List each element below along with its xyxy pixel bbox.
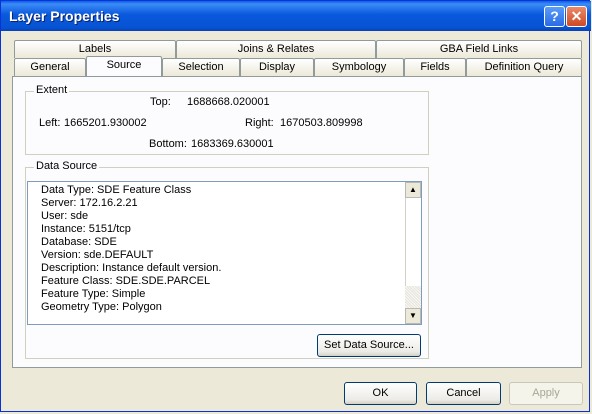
ds-line: Geometry Type: Polygon — [41, 301, 162, 313]
window-title: Layer Properties — [9, 8, 120, 24]
extent-bottom-label: Bottom: — [149, 138, 187, 150]
close-icon[interactable]: ✕ — [566, 6, 587, 27]
tab-row-2: General Source Selection Display Symbolo… — [12, 56, 582, 76]
ds-line: Instance: 5151/tcp — [41, 223, 131, 235]
ds-line: Database: SDE — [41, 236, 117, 248]
tab-gba-field-links[interactable]: GBA Field Links — [376, 40, 582, 58]
extent-top-value: 1688668.020001 — [187, 96, 270, 108]
ds-line: Server: 172.16.2.21 — [41, 197, 138, 209]
ok-button[interactable]: OK — [344, 382, 417, 405]
help-icon[interactable]: ? — [544, 6, 565, 27]
ds-line: Data Type: SDE Feature Class — [41, 184, 192, 196]
extent-right-value: 1670503.809998 — [280, 117, 363, 129]
tab-fields[interactable]: Fields — [404, 58, 466, 76]
data-source-textbox[interactable]: Data Type: SDE Feature Class Server: 172… — [27, 181, 422, 325]
scroll-down-icon[interactable]: ▼ — [405, 308, 421, 324]
extent-right-label: Right: — [245, 117, 274, 129]
extent-left-label: Left: — [39, 117, 61, 129]
tab-symbology[interactable]: Symbology — [314, 58, 404, 76]
extent-bottom-value: 1683369.630001 — [191, 138, 274, 150]
ds-line: Feature Type: Simple — [41, 288, 146, 300]
ds-line: User: sde — [41, 210, 89, 222]
tab-joins-relates[interactable]: Joins & Relates — [176, 40, 376, 58]
tab-definition-query[interactable]: Definition Query — [466, 58, 582, 76]
extent-title: Extent — [34, 84, 70, 96]
tab-general[interactable]: General — [14, 58, 86, 76]
cancel-button[interactable]: Cancel — [426, 382, 501, 405]
data-source-title: Data Source — [34, 160, 100, 172]
scroll-thumb[interactable] — [405, 198, 421, 286]
scroll-track[interactable] — [405, 286, 421, 308]
apply-button[interactable]: Apply — [509, 382, 583, 405]
layer-properties-dialog: Layer Properties ? ✕ Labels Joins & Rela… — [0, 0, 591, 412]
title-bar[interactable]: Layer Properties ? ✕ — [1, 1, 591, 31]
set-data-source-button[interactable]: Set Data Source... — [317, 334, 421, 357]
vertical-scrollbar[interactable]: ▲ ▼ — [405, 182, 421, 324]
ds-line: Description: Instance default version. — [41, 262, 222, 274]
ds-line: Version: sde.DEFAULT — [41, 249, 154, 261]
tab-selection[interactable]: Selection — [162, 58, 240, 76]
scroll-up-icon[interactable]: ▲ — [405, 182, 421, 198]
tab-display[interactable]: Display — [240, 58, 314, 76]
extent-left-value: 1665201.930002 — [64, 117, 147, 129]
tab-source[interactable]: Source — [86, 56, 162, 76]
ds-line: Feature Class: SDE.SDE.PARCEL — [41, 275, 211, 287]
extent-top-label: Top: — [150, 96, 171, 108]
